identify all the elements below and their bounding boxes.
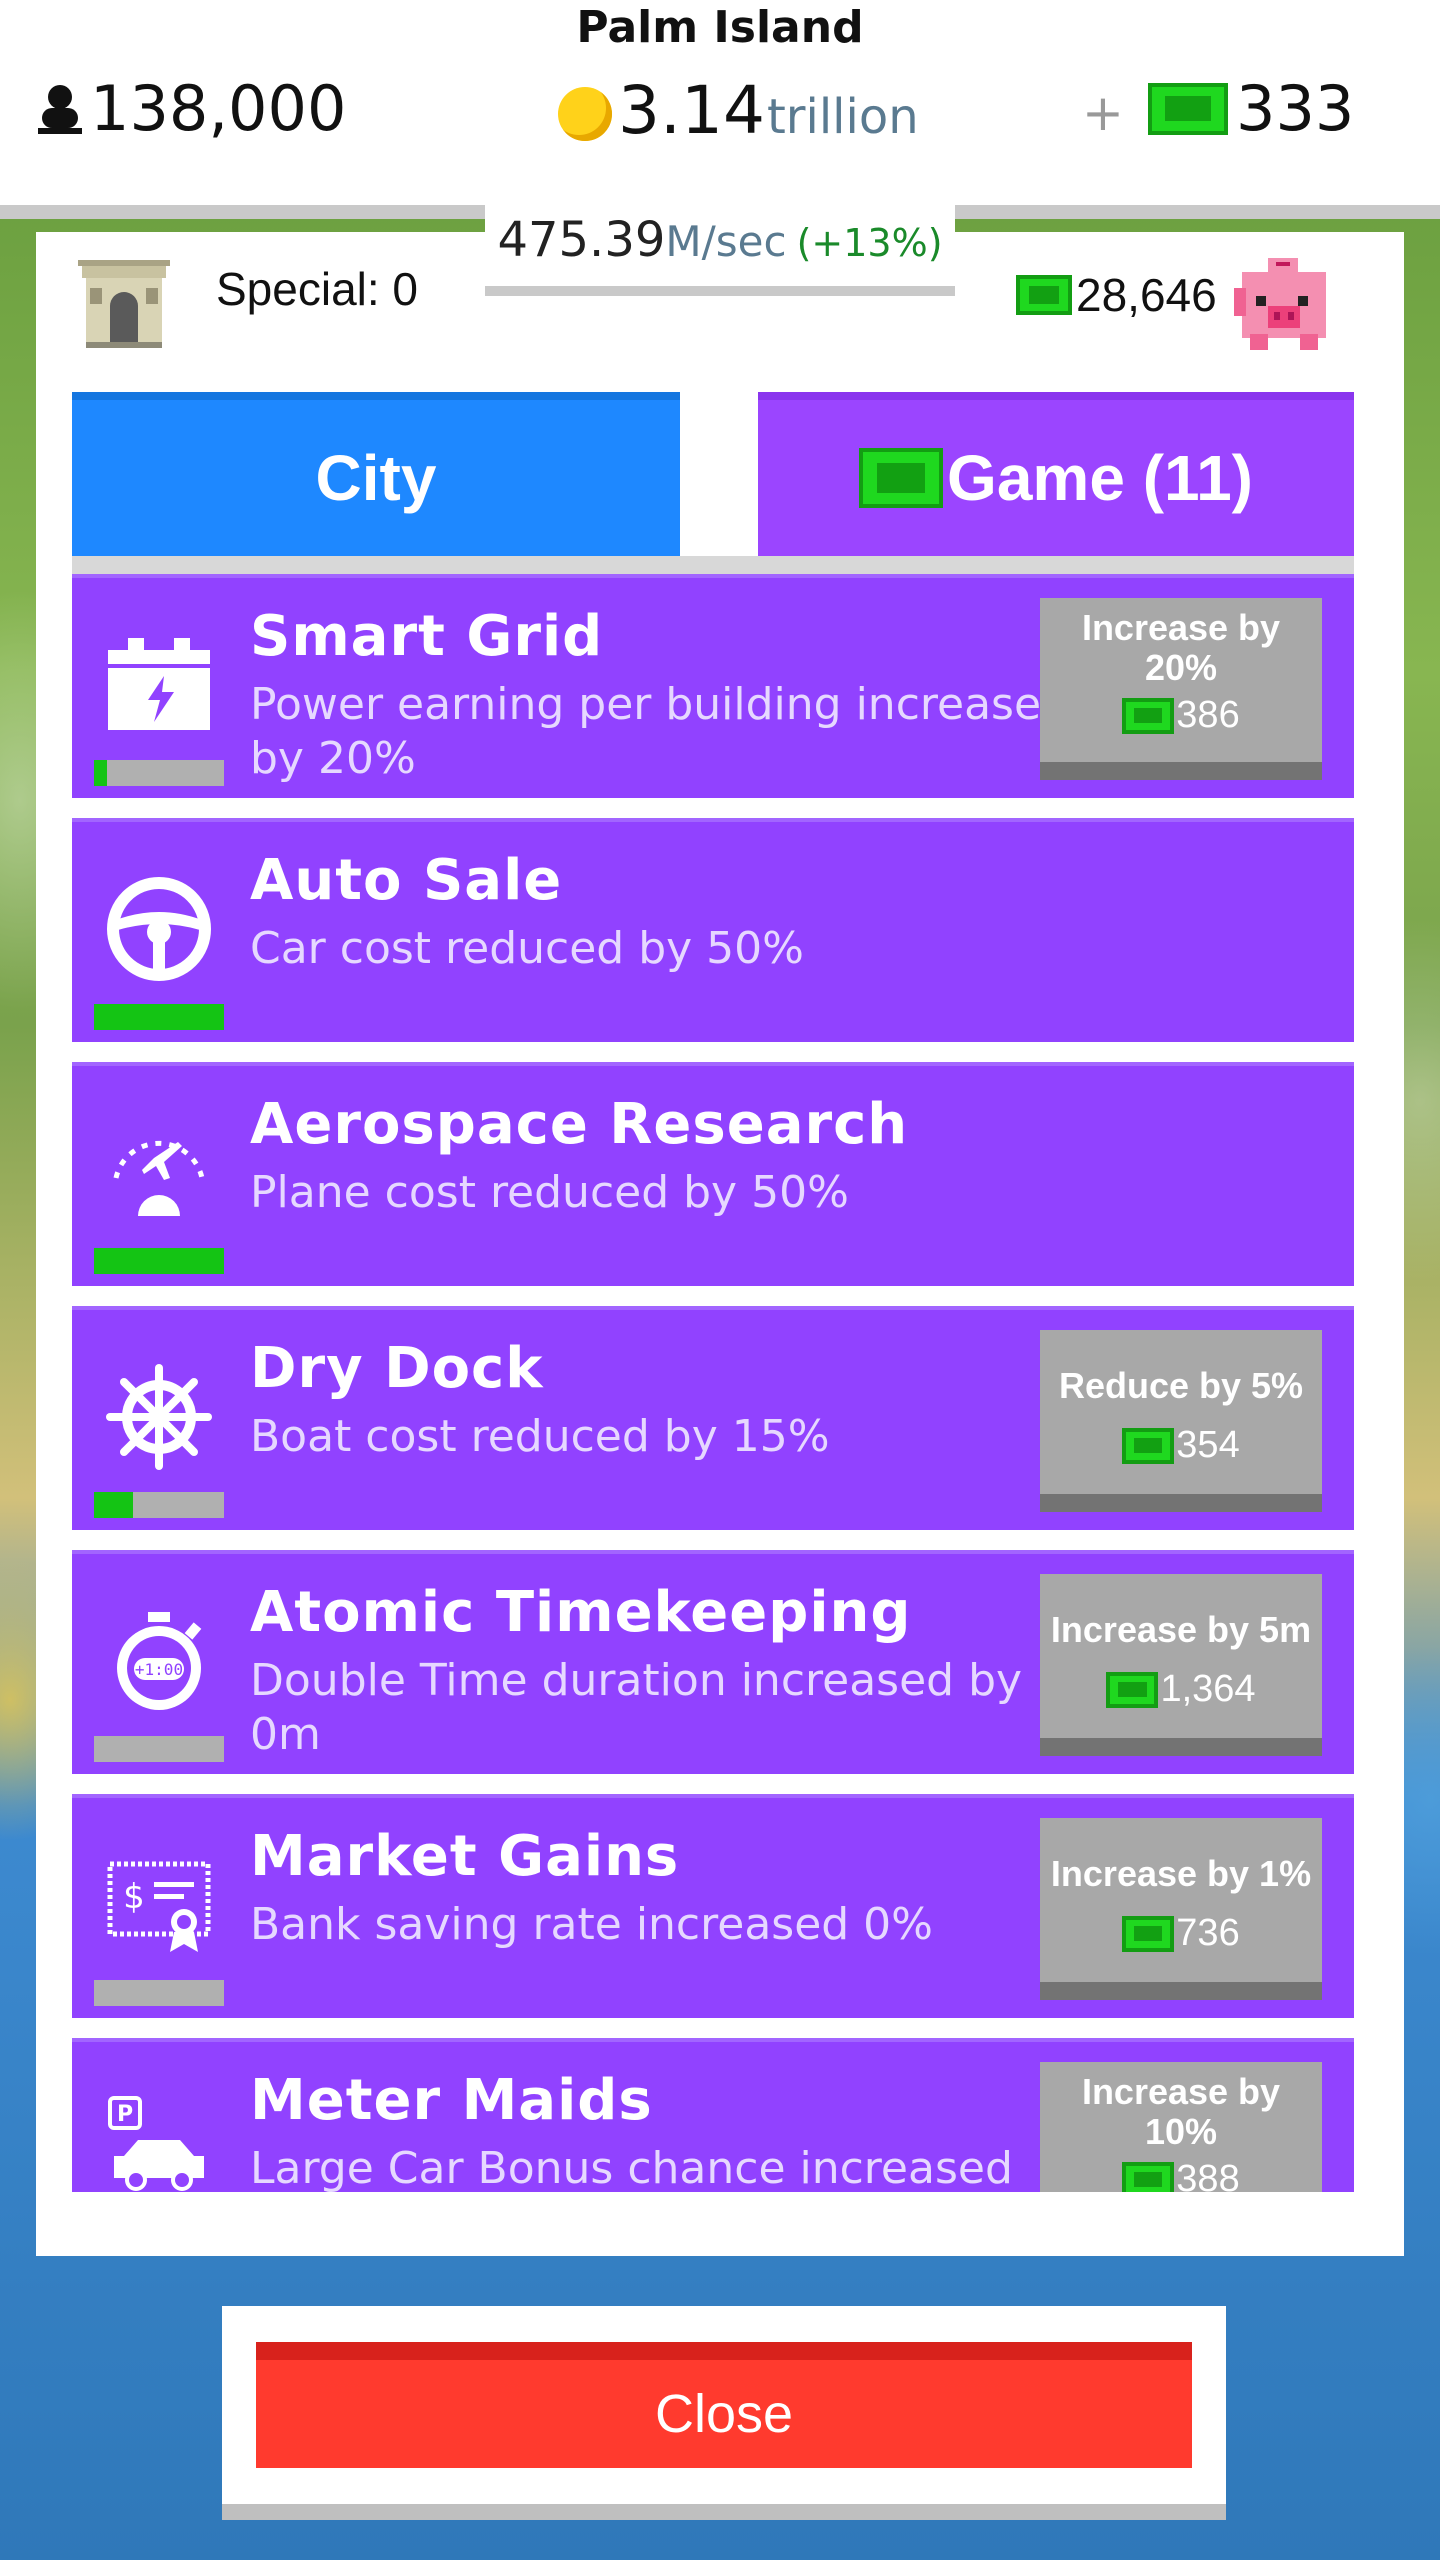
cash-icon xyxy=(1148,82,1228,135)
upgrade-progress xyxy=(94,1248,224,1274)
buy-button-price: 1,364 xyxy=(1040,1668,1322,1711)
money-amount: 3.14 xyxy=(618,72,765,149)
upgrade-row-dry-dock: Dry Dock Boat cost reduced by 15% Reduce… xyxy=(72,1306,1354,1530)
plane-dial-icon xyxy=(113,1140,205,1216)
upgrade-description: Power earning per building increased by … xyxy=(250,679,1069,784)
stopwatch-icon: +1:00 xyxy=(117,1612,202,1710)
money-counter: 3.14 trillion xyxy=(558,72,919,149)
upgrade-row-meter-maids: P Meter Maids Large Car Bonus chance inc… xyxy=(72,2038,1354,2192)
cash-icon xyxy=(1122,697,1175,734)
upgrade-buy-button[interactable]: Reduce by 5% 354 xyxy=(1040,1330,1322,1512)
battery-icon xyxy=(108,638,210,730)
income-tab: 475.39 M/sec (+13%) xyxy=(485,200,955,296)
price-value: 388 xyxy=(1176,2158,1240,2192)
top-status-bar: Palm Island 138,000 3.14 trillion + 333 xyxy=(0,0,1440,205)
population-value: 138,000 xyxy=(90,72,347,145)
upgrade-row-smart-grid: Smart Grid Power earning per building in… xyxy=(72,574,1354,798)
special-count: Special: 0 xyxy=(216,263,419,315)
buy-button-label: Increase by 20% xyxy=(1081,607,1281,688)
buy-button-label: Reduce by 5% xyxy=(1058,1365,1304,1406)
svg-text:+1:00: +1:00 xyxy=(135,1660,183,1679)
close-button[interactable]: Close xyxy=(256,2342,1192,2468)
person-icon xyxy=(38,84,82,134)
coin-icon xyxy=(558,87,612,141)
upgrade-title: Meter Maids xyxy=(250,2068,653,2133)
buy-button-label: Increase by 10% xyxy=(1081,2071,1281,2152)
money-unit: trillion xyxy=(766,89,919,145)
buy-button-price: 354 xyxy=(1040,1424,1322,1467)
upgrade-row-auto-sale: Auto Sale Car cost reduced by 50% xyxy=(72,818,1354,1042)
buy-button-label: Increase by 5m xyxy=(1050,1609,1312,1650)
upgrade-title: Aerospace Research xyxy=(250,1092,909,1157)
upgrade-description: Plane cost reduced by 50% xyxy=(250,1167,849,1218)
tab-game-label: Game (11) xyxy=(947,442,1253,514)
upgrade-title: Market Gains xyxy=(250,1824,680,1889)
steering-wheel-icon xyxy=(107,877,211,981)
svg-text:$: $ xyxy=(123,1877,145,1917)
price-value: 354 xyxy=(1176,1424,1240,1466)
upgrade-title: Dry Dock xyxy=(250,1336,544,1401)
piggy-bank-icon[interactable] xyxy=(1228,244,1340,356)
upgrade-progress xyxy=(94,1736,224,1762)
buy-button-price: 388 xyxy=(1040,2158,1322,2192)
upgrade-title: Auto Sale xyxy=(250,848,563,913)
buy-button-price: 736 xyxy=(1040,1912,1322,1955)
upgrade-description: Double Time duration increased by 0m xyxy=(250,1655,1023,1760)
upgrade-row-market-gains: $ Market Gains Bank saving rate increase… xyxy=(72,1794,1354,2018)
arc-de-triomphe-icon xyxy=(78,260,170,348)
upgrade-buy-button[interactable]: Increase by 10% 388 xyxy=(1040,2062,1322,2192)
buy-button-label: Increase by 1% xyxy=(1050,1853,1312,1894)
upgrade-progress xyxy=(94,1492,224,1518)
city-name: Palm Island xyxy=(576,2,864,53)
buy-button-price: 386 xyxy=(1040,694,1322,737)
price-value: 1,364 xyxy=(1160,1668,1256,1710)
close-label: Close xyxy=(654,2384,794,2444)
cash-icon xyxy=(1016,275,1072,315)
tab-city-label: City xyxy=(315,442,437,514)
bank-cash: 28,646 xyxy=(1016,268,1217,322)
upgrade-title: Smart Grid xyxy=(250,604,604,669)
parking-car-icon: P xyxy=(108,2096,204,2191)
income-change: (+13%) xyxy=(796,221,943,265)
tabs-divider xyxy=(72,556,1354,574)
cash-value: 333 xyxy=(1236,72,1355,145)
cash-icon xyxy=(1122,1915,1175,1952)
price-value: 736 xyxy=(1176,1912,1240,1954)
upgrade-title: Atomic Timekeeping xyxy=(250,1580,912,1645)
upgrade-row-aerospace-research: Aerospace Research Plane cost reduced by… xyxy=(72,1062,1354,1286)
upgrade-progress xyxy=(94,1980,224,2006)
cash-icon xyxy=(1106,1671,1159,1708)
upgrade-row-atomic-timekeeping: +1:00 Atomic Timekeeping Double Time dur… xyxy=(72,1550,1354,1774)
cash-icon xyxy=(859,448,944,508)
upgrade-progress xyxy=(94,760,224,786)
upgrades-list[interactable]: Smart Grid Power earning per building in… xyxy=(72,574,1354,2192)
upgrade-progress xyxy=(94,1004,224,1030)
bank-cash-value: 28,646 xyxy=(1076,269,1217,321)
svg-text:P: P xyxy=(117,2102,133,2127)
tab-game[interactable]: Game (11) xyxy=(758,392,1354,556)
upgrade-description: Car cost reduced by 50% xyxy=(250,923,804,974)
income-unit: M/sec xyxy=(665,217,787,266)
tab-city[interactable]: City xyxy=(72,392,680,556)
upgrade-buy-button[interactable]: Increase by 5m 1,364 xyxy=(1040,1574,1322,1756)
population-counter: 138,000 xyxy=(38,72,346,145)
upgrade-description: Bank saving rate increased 0% xyxy=(250,1899,933,1950)
cash-icon xyxy=(1122,1427,1175,1464)
upgrade-description: Large Car Bonus chance increased xyxy=(250,2143,1013,2192)
ship-wheel-icon xyxy=(106,1364,212,1470)
cash-icon xyxy=(1122,2161,1175,2192)
buy-cash-button[interactable]: + xyxy=(1082,84,1124,142)
upgrade-buy-button[interactable]: Increase by 20% 386 xyxy=(1040,598,1322,780)
cash-counter[interactable]: 333 xyxy=(1148,72,1354,145)
certificate-icon: $ xyxy=(107,1861,211,1952)
income-value: 475.39 xyxy=(497,212,666,268)
upgrade-description: Boat cost reduced by 15% xyxy=(250,1411,830,1462)
price-value: 386 xyxy=(1176,694,1240,736)
upgrade-buy-button[interactable]: Increase by 1% 736 xyxy=(1040,1818,1322,2000)
